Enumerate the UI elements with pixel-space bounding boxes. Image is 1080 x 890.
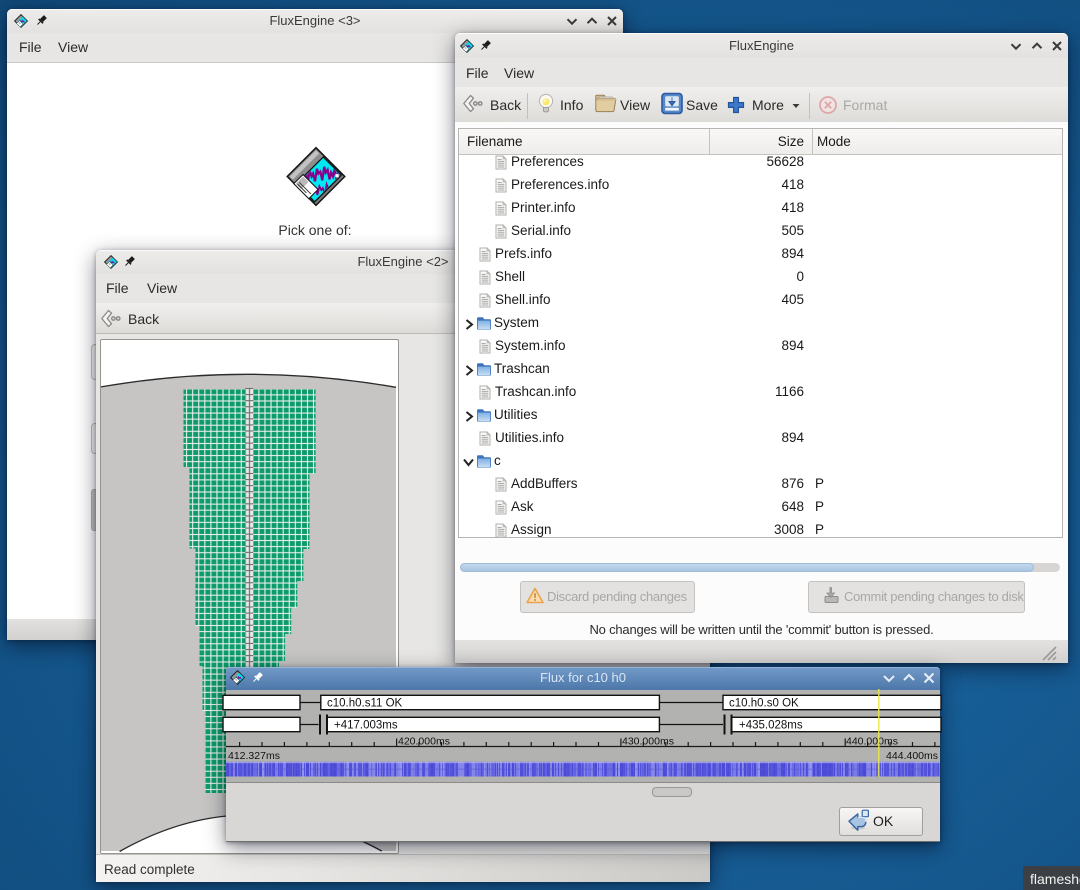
svg-text:430.000ms: 430.000ms xyxy=(622,736,674,748)
svg-text:444.400ms: 444.400ms xyxy=(886,750,938,762)
svg-text:440.000ms: 440.000ms xyxy=(846,736,898,748)
svg-text:c10.h0.s11 OK: c10.h0.s11 OK xyxy=(327,698,403,710)
svg-text:412.327ms: 412.327ms xyxy=(228,750,280,762)
svg-text:+435.028ms: +435.028ms xyxy=(739,720,803,732)
svg-text:c10.h0.s0 OK: c10.h0.s0 OK xyxy=(729,698,799,710)
svg-text:+417.003ms: +417.003ms xyxy=(334,720,398,732)
svg-text:420.000ms: 420.000ms xyxy=(398,736,450,748)
